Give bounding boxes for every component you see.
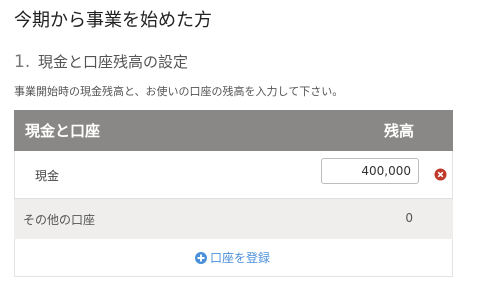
page-title: 今期から事業を始めた方 — [14, 10, 212, 31]
add-account-label: 口座を登録 — [210, 251, 271, 265]
add-account-button[interactable]: 口座を登録 — [195, 249, 270, 266]
balance-table: 現金と口座 残高 現金 その他の口座 0 口座を登録 — [14, 110, 453, 277]
table-row-add: 口座を登録 — [14, 239, 453, 277]
section-title: 1. 現金と口座残高の設定 — [14, 51, 188, 72]
other-accounts-value: 0 — [405, 211, 413, 225]
remove-circle-icon[interactable] — [434, 168, 447, 181]
header-balance: 残高 — [383, 122, 414, 140]
header-account: 現金と口座 — [25, 122, 101, 140]
plus-circle-icon — [195, 251, 207, 264]
section-title-text: 現金と口座残高の設定 — [38, 53, 189, 71]
cash-amount-input[interactable] — [321, 158, 419, 184]
table-row-cash: 現金 — [14, 151, 453, 198]
table-row-other-accounts: その他の口座 0 — [14, 198, 453, 239]
section-number: 1. — [14, 52, 31, 72]
other-accounts-label: その他の口座 — [23, 213, 96, 227]
table-header: 現金と口座 残高 — [14, 110, 453, 151]
cash-label: 現金 — [35, 169, 60, 183]
section-description: 事業開始時の現金残高と、お使いの口座の残高を入力して下さい。 — [14, 85, 344, 98]
